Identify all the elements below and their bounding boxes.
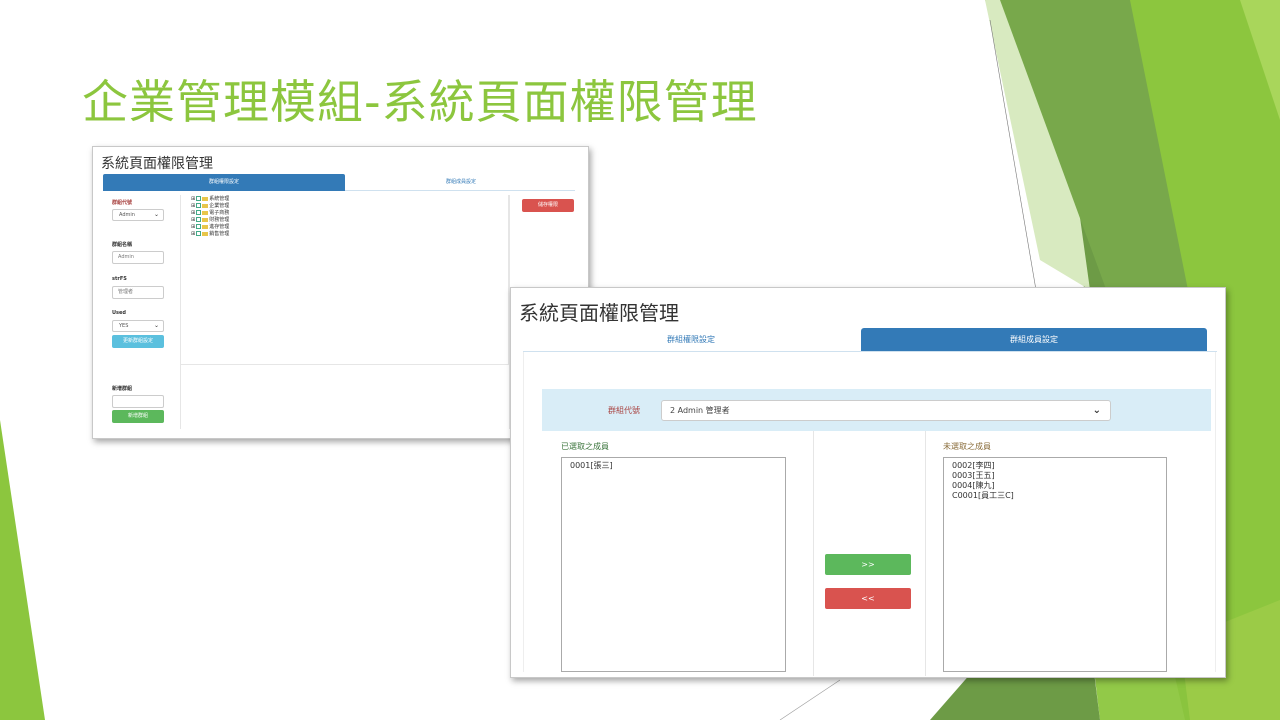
add-member-button[interactable]: >> [825, 554, 911, 575]
checkbox-icon [196, 210, 202, 215]
checkbox-icon [196, 231, 202, 236]
folder-icon [202, 210, 209, 215]
group-code-select[interactable]: Admin ⌄ [112, 209, 164, 221]
tree-item-label: 財務管理 [209, 217, 230, 223]
tab-group-members[interactable]: 群組成員設定 [347, 174, 575, 191]
add-group-button[interactable]: 新增群組 [112, 410, 164, 423]
used-select[interactable]: YES ⌄ [112, 320, 164, 332]
chevron-down-icon: ⌄ [153, 322, 159, 329]
tab-group-members[interactable]: 群組成員設定 [861, 328, 1207, 351]
page-title: 系統頁面權限管理 [519, 301, 679, 325]
group-code-select[interactable]: 2 Admin 管理者 ⌄ [661, 400, 1111, 421]
tree-item-label: 電子商務 [209, 210, 230, 216]
new-group-input[interactable] [112, 395, 164, 408]
list-item[interactable]: 0002[李四] [952, 461, 1158, 471]
checkbox-icon [196, 196, 202, 201]
tree-item-label: 系統管理 [209, 196, 230, 202]
group-code-label: 群組代號 [112, 200, 133, 206]
group-name-label: 群組名稱 [112, 242, 133, 248]
list-item[interactable]: 0004[陳九] [952, 481, 1158, 491]
checkbox-icon [196, 224, 202, 229]
tab-group-permissions[interactable]: 群組權限設定 [103, 174, 345, 191]
page-title: 系統頁面權限管理 [101, 156, 213, 172]
tree-item[interactable]: ⊞ 財務管理 [191, 217, 229, 223]
chevron-down-icon: ⌄ [153, 211, 159, 218]
group-select-value: 2 Admin 管理者 [670, 406, 730, 415]
unselected-members-list[interactable]: 0002[李四] 0003[王五] 0004[陳九] C0001[員工三C] [943, 457, 1167, 672]
tab-bar: 群組權限設定 群組成員設定 [523, 328, 1217, 352]
folder-icon [202, 196, 209, 201]
divider [523, 352, 524, 672]
tab-group-permissions[interactable]: 群組權限設定 [523, 328, 859, 351]
folder-icon [202, 217, 209, 222]
list-item[interactable]: 0001[張三] [570, 461, 777, 471]
save-permissions-button[interactable]: 儲存權限 [522, 199, 574, 212]
group-form-panel: 群組代號 Admin ⌄ 群組名稱 Admin strFS 管理者 Used Y… [105, 195, 181, 429]
unselected-members-label: 未選取之成員 [943, 442, 991, 451]
used-label: Used [112, 310, 127, 316]
folder-icon [202, 203, 209, 208]
chevron-down-icon: ⌄ [1092, 405, 1101, 416]
folder-icon [202, 231, 209, 236]
slide-title: 企業管理模組-系統頁面權限管理 [82, 75, 758, 129]
tab-bar: 群組權限設定 群組成員設定 [103, 174, 575, 191]
update-group-button[interactable]: 更新群組設定 [112, 335, 164, 348]
checkbox-icon [196, 203, 202, 208]
tree-item[interactable]: ⊞ 進存管理 [191, 224, 229, 230]
remove-member-button[interactable]: << [825, 588, 911, 609]
list-item[interactable]: 0003[王五] [952, 471, 1158, 481]
tree-item-label: 進存管理 [209, 224, 230, 230]
selected-members-label: 已選取之成員 [561, 442, 609, 451]
tree-item-label: 銷售管理 [209, 231, 230, 237]
checkbox-icon [196, 217, 202, 222]
new-group-label: 新增群組 [112, 386, 133, 392]
group-code-label: 群組代號 [608, 406, 640, 415]
group-code-value: Admin [119, 212, 135, 218]
folder-icon [202, 224, 209, 229]
unselected-members-column: 未選取之成員 0002[李四] 0003[王五] 0004[陳九] C0001[… [926, 431, 1211, 676]
divider [1215, 352, 1216, 672]
screenshot-group-members: 系統頁面權限管理 群組權限設定 群組成員設定 群組代號 2 Admin 管理者 … [510, 287, 1226, 678]
strfs-input[interactable]: 管理者 [112, 286, 164, 299]
group-selector-bar: 群組代號 2 Admin 管理者 ⌄ [542, 389, 1211, 431]
list-item[interactable]: C0001[員工三C] [952, 491, 1158, 501]
tree-item[interactable]: ⊞ 電子商務 [191, 210, 229, 216]
used-value: YES [119, 323, 129, 329]
strfs-label: strFS [112, 276, 127, 282]
tree-item[interactable]: ⊞ 企業管理 [191, 203, 229, 209]
tree-item-label: 企業管理 [209, 203, 230, 209]
group-name-input[interactable]: Admin [112, 251, 164, 264]
selected-members-list[interactable]: 0001[張三] [561, 457, 786, 672]
tree-item[interactable]: ⊞ 銷售管理 [191, 231, 229, 237]
selected-members-column: 已選取之成員 0001[張三] [542, 431, 814, 676]
permission-tree: ⊞ 系統管理 ⊞ 企業管理 ⊞ 電子商務 ⊞ 財務管理 ⊞ 進存管理 ⊞ 銷售管理 [181, 195, 509, 365]
tree-item[interactable]: ⊞ 系統管理 [191, 196, 229, 202]
